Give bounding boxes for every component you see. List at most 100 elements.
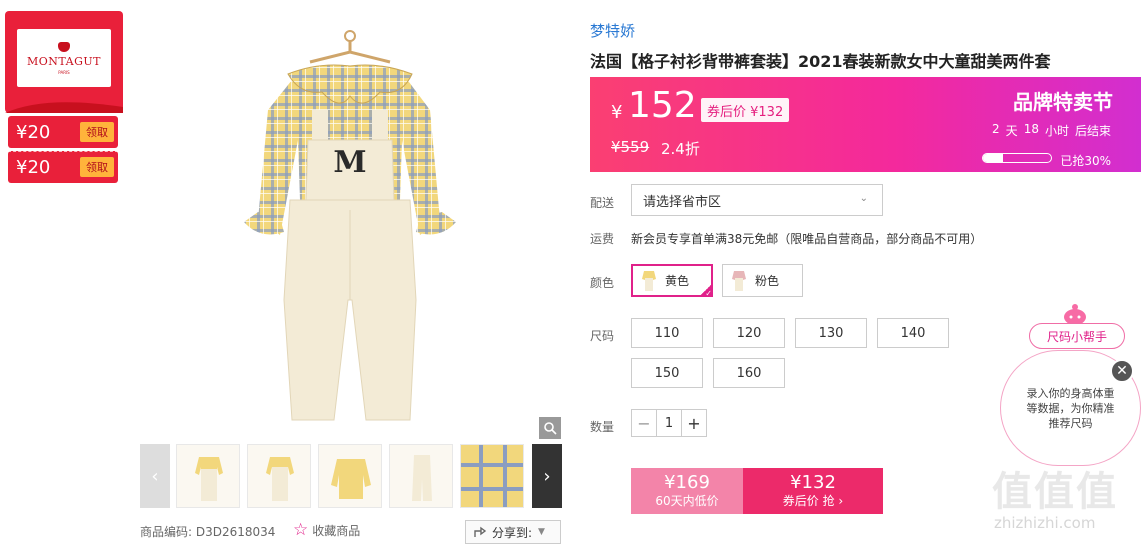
brand-wordmark-sub: PARIS (58, 69, 70, 75)
lowest-price-button[interactable]: ¥169 60天内低价 (631, 468, 743, 514)
watermark-url: zhizhizhi.com (994, 514, 1096, 532)
thumb-image (412, 455, 432, 501)
overall-letter: M (333, 145, 366, 180)
size-option[interactable]: 130 (795, 318, 867, 348)
delivery-label: 配送 (590, 196, 615, 210)
quantity-input[interactable]: 1 (656, 410, 682, 436)
sold-progress-fill (983, 154, 1004, 162)
size-option[interactable]: 150 (631, 358, 703, 388)
mascot-icon (1064, 304, 1086, 325)
freight-text: 新会员专享首单满38元免邮（限唯品自营商品，部分商品不可用） (631, 232, 983, 246)
thumb-image (195, 457, 223, 501)
magnifier-icon (544, 422, 557, 435)
size-helper-button[interactable]: 尺码小帮手 (1029, 323, 1125, 349)
coupon-claim-button[interactable]: 领取 (80, 122, 114, 142)
chevron-left-icon: ‹ (151, 465, 159, 487)
coupon-price-caption: 券后价 抢 › (782, 494, 844, 508)
size-label: 尺码 (590, 329, 615, 343)
thumb-image (331, 459, 371, 499)
countdown-hours: 18 (1023, 122, 1039, 136)
size-option[interactable]: 120 (713, 318, 785, 348)
thumbnail[interactable] (318, 444, 382, 508)
size-option[interactable]: 110 (631, 318, 703, 348)
outfit-illustration: M (244, 30, 456, 421)
lowest-price-caption: 60天内低价 (655, 494, 719, 508)
selected-check-icon: ✓ (699, 283, 713, 298)
color-option-label: 粉色 (755, 274, 780, 288)
favorite-button[interactable]: ☆ 收藏商品 (293, 520, 360, 540)
favorite-label: 收藏商品 (312, 523, 361, 538)
price-currency: ¥ (611, 102, 623, 123)
region-select-value: 请选择省市区 (643, 194, 722, 210)
coupon-1[interactable]: ¥20 领取 (8, 116, 118, 148)
product-title: 法国【格子衬衫背带裤套装】2021春装新款女中大童甜美两件套 (590, 52, 1051, 71)
share-icon (474, 526, 487, 537)
zoom-button[interactable] (539, 417, 561, 439)
countdown-hours-unit: 小时 (1044, 124, 1069, 138)
thumb-image (461, 445, 523, 507)
coupon-claim-button[interactable]: 领取 (80, 157, 114, 177)
coupon-2[interactable]: ¥20 领取 (8, 151, 118, 183)
coupon-amount: ¥20 (16, 121, 51, 143)
main-product-image[interactable]: M (140, 0, 562, 440)
discount-rate: 2.4折 (661, 140, 700, 158)
quantity-decrease-button[interactable]: − (632, 410, 656, 436)
thumbnail[interactable] (176, 444, 240, 508)
buy-buttons: ¥169 60天内低价 ¥132 券后价 抢 › (631, 468, 883, 514)
watermark-logo: 值值值 (992, 469, 1118, 515)
countdown-days: 2 (992, 122, 1000, 136)
countdown: 2 天 18 小时 后结束 (992, 122, 1111, 139)
chevron-right-icon: › (543, 465, 551, 487)
brand-crest-icon (58, 41, 70, 52)
thumbnail-strip: ‹ › (140, 444, 562, 510)
quantity-stepper: − 1 + (631, 409, 707, 437)
sku-line: 商品编码: D3D2618034 (140, 523, 275, 540)
color-option-yellow[interactable]: 黄色 ✓ (631, 264, 713, 298)
countdown-days-unit: 天 (1005, 124, 1018, 138)
thumbnail[interactable] (460, 444, 524, 508)
coupon-amount: ¥20 (16, 156, 51, 178)
sale-event-name: 品牌特卖节 (1013, 90, 1113, 114)
after-coupon-tag: 券后价 ¥132 (701, 98, 790, 122)
color-option-pink[interactable]: 粉色 (722, 264, 803, 297)
sku-label: 商品编码: (140, 525, 193, 539)
size-option[interactable]: 160 (713, 358, 785, 388)
freight-label: 运费 (590, 232, 615, 246)
color-option-label: 黄色 (665, 274, 690, 288)
site-watermark: 值值值 zhizhizhi.com (992, 470, 1142, 546)
coupon-price-value: ¥132 (790, 472, 836, 493)
thumb-image (266, 457, 294, 501)
thumb-next-button[interactable]: › (532, 444, 562, 508)
brand-card[interactable]: MONTAGUT PARIS (5, 11, 123, 113)
size-option[interactable]: 140 (877, 318, 949, 348)
brand-link[interactable]: 梦特娇 (590, 20, 635, 41)
card-curve-decoration (5, 102, 123, 113)
brand-logo: MONTAGUT PARIS (17, 29, 111, 87)
thumb-prev-button[interactable]: ‹ (140, 444, 170, 508)
chevron-down-icon: ⌄ (859, 193, 868, 204)
region-select[interactable]: 请选择省市区 ⌄ (631, 184, 883, 216)
lowest-price-value: ¥169 (664, 472, 710, 493)
quantity-label: 数量 (590, 420, 615, 434)
price-banner: ¥ 152 券后价 ¥132 ¥559 2.4折 品牌特卖节 2 天 18 小时… (590, 77, 1141, 172)
current-price: 152 (628, 85, 697, 126)
color-swatch-image (639, 267, 659, 294)
share-button[interactable]: 分享到: ▼ (465, 520, 561, 544)
brand-wordmark: MONTAGUT (27, 54, 101, 68)
thumbnail[interactable] (247, 444, 311, 508)
caret-down-icon: ▼ (538, 527, 545, 537)
color-label: 颜色 (590, 276, 615, 290)
sold-progress-bar (982, 153, 1052, 163)
close-icon[interactable]: ✕ (1110, 359, 1134, 383)
coupon-divider (8, 151, 118, 152)
star-icon: ☆ (293, 520, 309, 540)
quantity-increase-button[interactable]: + (682, 410, 706, 436)
thumbnail[interactable] (389, 444, 453, 508)
share-label: 分享到: (492, 525, 533, 540)
sku-value: D3D2618034 (195, 525, 276, 539)
buy-now-button[interactable]: ¥132 券后价 抢 › (743, 468, 883, 514)
countdown-suffix: 后结束 (1074, 124, 1111, 138)
original-price: ¥559 (611, 138, 650, 156)
sold-label: 已抢30% (1060, 154, 1111, 168)
color-swatch-image (729, 267, 749, 294)
